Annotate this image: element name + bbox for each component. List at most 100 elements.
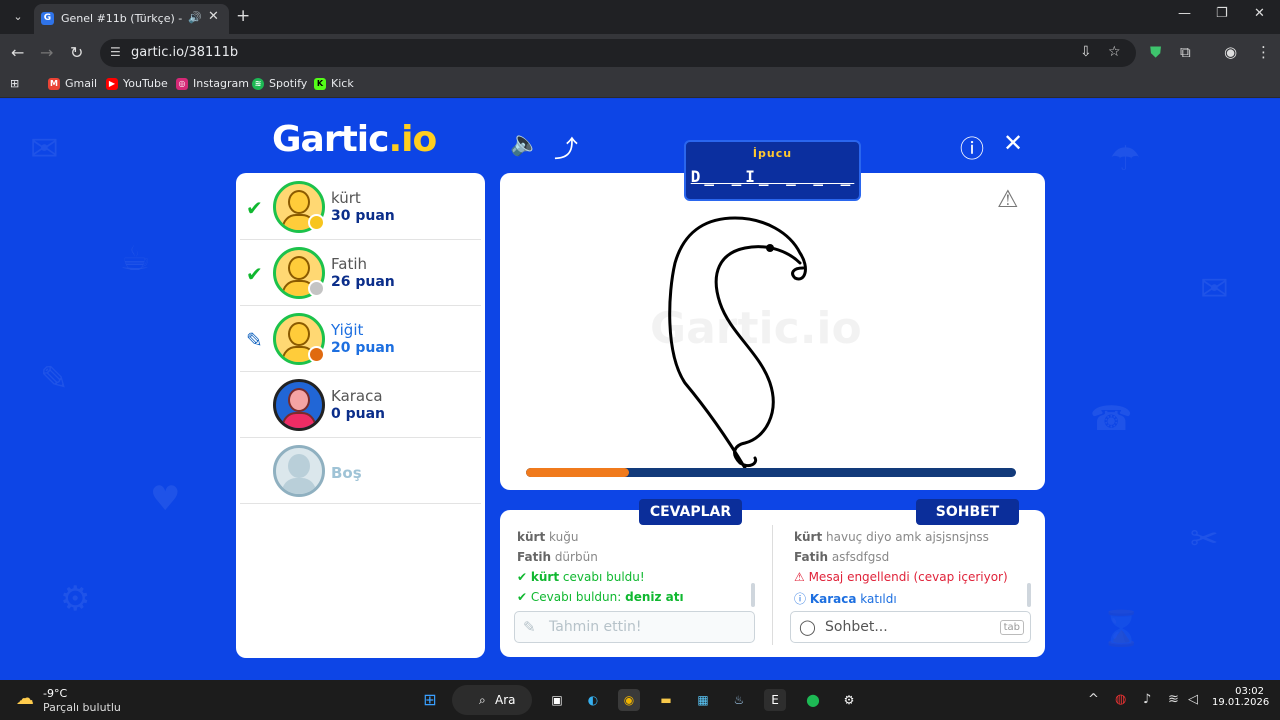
game-page: ✉ ☕ ✎ ♥ ⚙ ☂ ✉ ☎ ✂ ⌛ Gartic.io 🔈 ⤴ ⓘ ✕ ✔ k… <box>0 99 1280 680</box>
epic-games-icon[interactable]: E <box>764 689 786 711</box>
taskbar-search[interactable]: ⌕ Ara <box>452 685 532 715</box>
microphone-icon[interactable]: ♪ <box>1143 692 1151 707</box>
share-icon[interactable]: ⤴ <box>554 129 578 164</box>
site-info-icon[interactable]: ☰ <box>110 45 121 59</box>
player-score: 30 puan <box>331 208 395 224</box>
message-text: katıldı <box>860 592 897 606</box>
message-text: Cevabı buldun: <box>530 590 626 604</box>
player-avatar <box>273 379 325 431</box>
chat-input[interactable]: ◯ Sohbet... tab <box>790 611 1031 643</box>
message-text: cevabı buldu! <box>562 570 645 584</box>
app-icon[interactable]: ⚙ <box>838 689 860 711</box>
background-doodle-icon: ☕ <box>120 239 151 279</box>
avatar-face <box>288 190 310 214</box>
bookmark-spotify[interactable]: ≋ Spotify <box>252 77 307 90</box>
tab-search-icon[interactable]: ⌄ <box>8 7 28 27</box>
drawing-canvas[interactable]: Gartic.io ⚠ <box>500 173 1045 490</box>
reload-icon[interactable]: ↻ <box>70 43 83 62</box>
profile-avatar-icon[interactable]: ◉ <box>1224 43 1237 61</box>
answers-scrollbar[interactable] <box>751 583 755 607</box>
player-name: Yiğit <box>331 321 364 339</box>
message-user: Karaca <box>809 592 857 606</box>
bookmark-gmail[interactable]: M Gmail <box>48 77 97 90</box>
back-icon[interactable]: ← <box>11 43 24 62</box>
maximize-icon[interactable]: ❐ <box>1216 6 1228 21</box>
bookmark-instagram[interactable]: ◎ Instagram <box>176 77 249 90</box>
seahorse-sketch <box>668 216 807 470</box>
extensions-puzzle-icon[interactable]: ⧉ <box>1180 43 1191 61</box>
info-icon[interactable]: ⓘ <box>960 129 984 164</box>
address-bar: ← → ↻ ☰ gartic.io/38111b ⇩ ☆ ⛊ ⧉ ◉ ⋮ <box>0 34 1280 72</box>
player-row[interactable]: Boş <box>240 438 481 504</box>
sound-icon[interactable]: 🔈 <box>510 129 540 157</box>
url-field[interactable]: ☰ gartic.io/38111b ⇩ ☆ <box>100 39 1136 67</box>
taskbar-clock[interactable]: 03:02 19.01.2026 <box>1212 686 1269 708</box>
background-doodle-icon: ⚙ <box>60 579 91 619</box>
message-user: kürt <box>530 570 560 584</box>
player-score: 0 puan <box>331 406 386 422</box>
new-tab-icon[interactable]: + <box>236 6 250 26</box>
success-check-icon: ✔ <box>517 590 531 604</box>
task-view-icon[interactable]: ▣ <box>546 689 568 711</box>
close-tab-icon[interactable]: ✕ <box>208 9 219 24</box>
volume-icon[interactable]: ◁ <box>1188 692 1198 707</box>
message-user: kürt <box>517 530 546 544</box>
tray-app-icon[interactable]: ◍ <box>1115 692 1126 707</box>
install-app-icon[interactable]: ⇩ <box>1080 44 1092 60</box>
background-doodle-icon: ☂ <box>1110 139 1141 179</box>
file-explorer-icon[interactable]: ▬ <box>655 689 677 711</box>
tab-audio-icon[interactable]: 🔊 <box>188 11 202 24</box>
bookmark-youtube[interactable]: ▶ YouTube <box>106 77 168 90</box>
checkmark-icon: ✔ <box>246 196 263 220</box>
apps-grid-icon[interactable]: ⊞ <box>10 77 19 90</box>
extension-shield-icon[interactable]: ⛊ <box>1150 43 1161 61</box>
message-text: asfsdfgsd <box>831 550 890 564</box>
wifi-icon[interactable]: ≋ <box>1168 692 1179 707</box>
message-user: kürt <box>794 530 823 544</box>
spotify-taskbar-icon[interactable]: ● <box>802 689 824 711</box>
close-game-icon[interactable]: ✕ <box>1003 129 1023 157</box>
minimize-icon[interactable]: — <box>1178 6 1191 21</box>
avatar-face <box>288 388 310 412</box>
browser-tab[interactable]: G Genel #11b (Türkçe) - Gartic 🔊 ✕ <box>34 4 229 34</box>
instagram-icon: ◎ <box>176 77 188 90</box>
chat-scrollbar[interactable] <box>1027 583 1031 607</box>
message-line: ✔ Cevabı buldun: deniz atı <box>517 590 684 604</box>
microsoft-store-icon[interactable]: ▦ <box>692 689 714 711</box>
message-line: ⓘ Karaca katıldı <box>794 590 897 607</box>
gartic-logo[interactable]: Gartic.io <box>272 119 437 160</box>
message-line: ⚠ Mesaj engellendi (cevap içeriyor) <box>794 570 1008 584</box>
chrome-icon[interactable]: ◉ <box>618 689 640 711</box>
player-row[interactable]: Karaca 0 puan <box>240 372 481 438</box>
player-row[interactable]: ✎ Yiğit 20 puan <box>240 306 481 372</box>
answers-chat-panel: CEVAPLAR SOHBET kürt kuğu Fatih dürbün ✔ k… <box>500 499 1045 657</box>
drawing-pencil-icon: ✎ <box>246 328 263 352</box>
player-score: 26 puan <box>331 274 395 290</box>
report-warning-icon[interactable]: ⚠ <box>997 185 1019 213</box>
forward-icon[interactable]: → <box>40 43 53 62</box>
panel-divider <box>772 525 773 645</box>
close-window-icon[interactable]: ✕ <box>1254 6 1265 21</box>
edge-icon[interactable]: ◐ <box>582 689 604 711</box>
player-list: ✔ kürt 30 puan ✔ Fatih 26 puan ✎ Yiğit 20 puan Ka… <box>236 173 485 658</box>
hint-box: İpucu D_ _I_ _ _ _ _ <box>684 140 861 205</box>
steam-icon[interactable]: ♨ <box>728 689 750 711</box>
bookmark-kick[interactable]: K Kick <box>314 77 354 90</box>
player-row[interactable]: ✔ Fatih 26 puan <box>240 240 481 306</box>
background-doodle-icon: ✎ <box>40 359 69 399</box>
info-circle-icon: ⓘ <box>794 592 810 606</box>
background-doodle-icon: ✂ <box>1190 519 1219 559</box>
gmail-icon: M <box>48 77 60 90</box>
drawing-strokes <box>668 216 807 470</box>
player-row[interactable]: ✔ kürt 30 puan <box>240 174 481 240</box>
tray-overflow-icon[interactable]: ^ <box>1088 692 1099 707</box>
hint-word: D_ _I_ _ _ _ _ <box>690 167 855 205</box>
player-avatar <box>273 445 325 497</box>
windows-start-icon[interactable]: ⊞ <box>419 689 441 711</box>
bookmark-star-icon[interactable]: ☆ <box>1108 44 1121 60</box>
clock-time: 03:02 <box>1235 686 1264 697</box>
message-text: Mesaj engellendi (cevap içeriyor) <box>808 570 1008 584</box>
browser-menu-icon[interactable]: ⋮ <box>1256 43 1271 61</box>
guess-placeholder: Tahmin ettin! <box>549 619 642 635</box>
guess-input[interactable]: ✎ Tahmin ettin! <box>514 611 755 643</box>
